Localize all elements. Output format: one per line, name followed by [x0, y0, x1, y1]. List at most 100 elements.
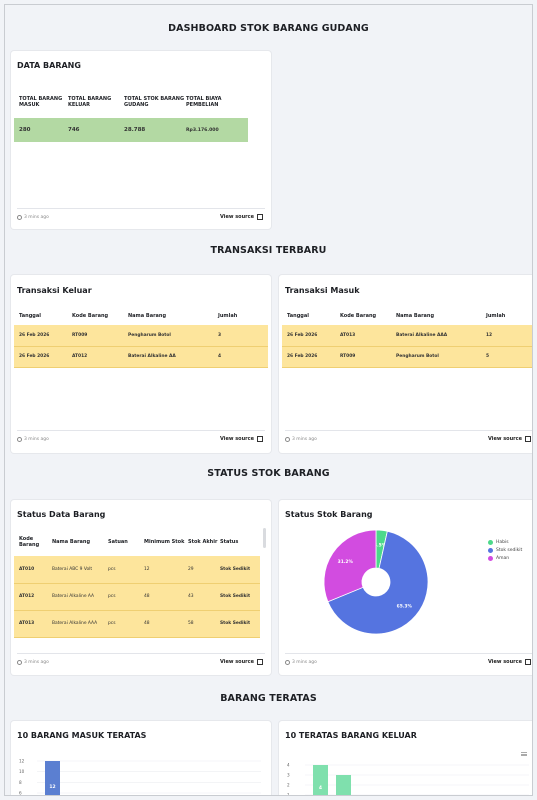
cell-kode: AT013	[340, 325, 396, 347]
cell-tanggal: 26 Feb 2026	[282, 325, 340, 347]
view-source-link[interactable]: View source	[220, 659, 263, 665]
y-tick-label: 1	[287, 793, 290, 797]
view-source-label: View source	[219, 436, 254, 442]
value-total-keluar: 746	[68, 127, 80, 133]
dashboard-page: DASHBOARD STOK BARANG GUDANG DATA BARANG…	[4, 4, 533, 796]
refresh-time-label: 3 mins ago	[292, 660, 317, 665]
y-tick-label: 2	[287, 783, 290, 788]
view-source-link[interactable]: View source	[220, 214, 263, 220]
section-title-teratas: BARANG TERATAS	[220, 693, 317, 704]
view-source-link[interactable]: View source	[488, 659, 531, 665]
card-divider	[285, 430, 532, 431]
data-barang-title: DATA BARANG	[17, 61, 81, 70]
table-row[interactable]: 26 Feb 2026 AT013 Baterai Alkaline AAA 1…	[282, 325, 532, 347]
clock-icon	[285, 660, 290, 665]
header-tanggal: Tanggal	[287, 313, 309, 319]
header-nama: Nama Barang	[396, 313, 435, 319]
header-total-stok: TOTAL STOK BARANG GUDANG	[124, 95, 185, 108]
value-total-stok: 28.788	[124, 127, 146, 133]
view-source-link[interactable]: View source	[220, 436, 263, 442]
view-source-link[interactable]: View source	[488, 436, 531, 442]
pie-slice-aman	[323, 529, 377, 603]
barang-masuk-teratas-title: 10 BARANG MASUK TERATAS	[17, 731, 147, 740]
status-stok-barang-card: Status Stok Barang 3.5% 65.3% 31.2% Habis S…	[279, 500, 532, 675]
clock-icon	[285, 437, 290, 442]
cell-nama: Pengharum Botol	[396, 346, 486, 368]
external-link-icon	[257, 436, 263, 442]
cell-minimum: 48	[144, 610, 188, 638]
clock-icon	[17, 660, 22, 665]
cell-satuan: pcs	[108, 583, 144, 611]
cell-stok-akhir: 43	[188, 583, 220, 611]
cell-status: Stok Sedikit	[220, 610, 260, 638]
cell-jumlah: 3	[218, 325, 268, 347]
legend-label: Habis	[496, 540, 509, 545]
refresh-time-label: 3 mins ago	[24, 437, 49, 442]
refresh-time-label: 3 mins ago	[292, 437, 317, 442]
section-title-transaksi: TRANSAKSI TERBARU	[210, 245, 327, 256]
bar-data-label: 4	[319, 785, 322, 791]
status-data-barang-card: Status Data Barang Kode Barang Nama Bara…	[11, 500, 271, 675]
cell-satuan: pcs	[108, 556, 144, 584]
cell-kode: AT013	[14, 610, 52, 638]
table-row[interactable]: 26 Feb 2026 AT012 Baterai Alkaline AA 4	[14, 346, 268, 368]
table-scrollbar[interactable]	[263, 528, 266, 548]
table-row[interactable]: AT010 Baterai ABC 9 Volt pcs 12 29 Stok …	[14, 556, 260, 584]
view-source-label: View source	[487, 659, 522, 665]
legend-item[interactable]: Aman	[488, 556, 522, 561]
header-status: Status	[220, 539, 239, 545]
legend-swatch	[488, 556, 493, 561]
legend-swatch	[488, 548, 493, 553]
table-row[interactable]: 26 Feb 2026 RT009 Pengharum Botol 3	[14, 325, 268, 347]
value-total-masuk: 280	[19, 127, 31, 133]
header-jumlah: Jumlah	[218, 313, 238, 319]
cell-minimum: 12	[144, 556, 188, 584]
cell-nama: Pengharum Botol	[128, 325, 218, 347]
refresh-time: 3 mins ago	[17, 437, 49, 442]
data-barang-values-row: 280 746 28.788 Rp3.176.000	[14, 118, 248, 142]
card-divider	[17, 653, 265, 654]
refresh-time: 3 mins ago	[17, 215, 49, 220]
y-tick-label: 12	[19, 759, 25, 764]
data-barang-table: TOTAL BARANG MASUK TOTAL BARANG KELUAR T…	[14, 85, 248, 142]
page-title: DASHBOARD STOK BARANG GUDANG	[168, 23, 369, 34]
cell-nama: Baterai Alkaline AAA	[396, 325, 486, 347]
chart-menu-icon[interactable]	[521, 752, 527, 756]
transaksi-keluar-title: Transaksi Keluar	[17, 286, 92, 295]
cell-satuan: pcs	[108, 610, 144, 638]
status-stok-barang-title: Status Stok Barang	[285, 510, 373, 519]
transaksi-masuk-table: Tanggal Kode Barang Nama Barang Jumlah 2…	[282, 307, 532, 368]
pie-data-label: 31.2%	[338, 559, 354, 565]
legend-item[interactable]: Stok sedikit	[488, 548, 522, 553]
barang-masuk-teratas-card: 10 BARANG MASUK TERATAS 12108642125	[11, 721, 271, 795]
legend-label: Stok sedikit	[496, 548, 523, 553]
section-title-status: STATUS STOK BARANG	[207, 468, 330, 479]
external-link-icon	[525, 436, 531, 442]
status-stok-pie-chart: 3.5%65.3%31.2%	[323, 529, 429, 635]
cell-kode: RT009	[340, 346, 396, 368]
header-stok-akhir: Stok Akhir	[188, 539, 218, 545]
table-row[interactable]: AT012 Baterai Alkaline AA pcs 48 43 Stok…	[14, 583, 260, 611]
header-total-biaya: TOTAL BIAYA PEMBELIAN	[186, 95, 222, 108]
barang-keluar-teratas-title: 10 TERATAS BARANG KELUAR	[285, 731, 417, 740]
card-divider	[17, 430, 265, 431]
bar-data-label: 12	[49, 784, 55, 790]
refresh-time: 3 mins ago	[17, 660, 49, 665]
cell-nama: Baterai Alkaline AA	[52, 583, 108, 611]
table-row[interactable]: AT013 Baterai Alkaline AAA pcs 48 58 Sto…	[14, 610, 260, 638]
refresh-time-label: 3 mins ago	[24, 660, 49, 665]
legend-label: Aman	[496, 556, 510, 561]
header-kode-barang: Kode Barang	[19, 536, 40, 548]
header-nama-barang: Nama Barang	[52, 539, 91, 545]
view-source-label: View source	[487, 436, 522, 442]
cell-tanggal: 26 Feb 2026	[14, 346, 72, 368]
legend-item[interactable]: Habis	[488, 540, 522, 545]
table-row[interactable]: 26 Feb 2026 RT009 Pengharum Botol 5	[282, 346, 532, 368]
cell-nama: Baterai ABC 9 Volt	[52, 556, 108, 584]
cell-stok-akhir: 29	[188, 556, 220, 584]
cell-kode: AT012	[14, 583, 52, 611]
card-divider	[17, 208, 265, 209]
bar	[336, 775, 351, 795]
transaksi-keluar-table: Tanggal Kode Barang Nama Barang Jumlah 2…	[14, 307, 268, 368]
cell-stok-akhir: 58	[188, 610, 220, 638]
